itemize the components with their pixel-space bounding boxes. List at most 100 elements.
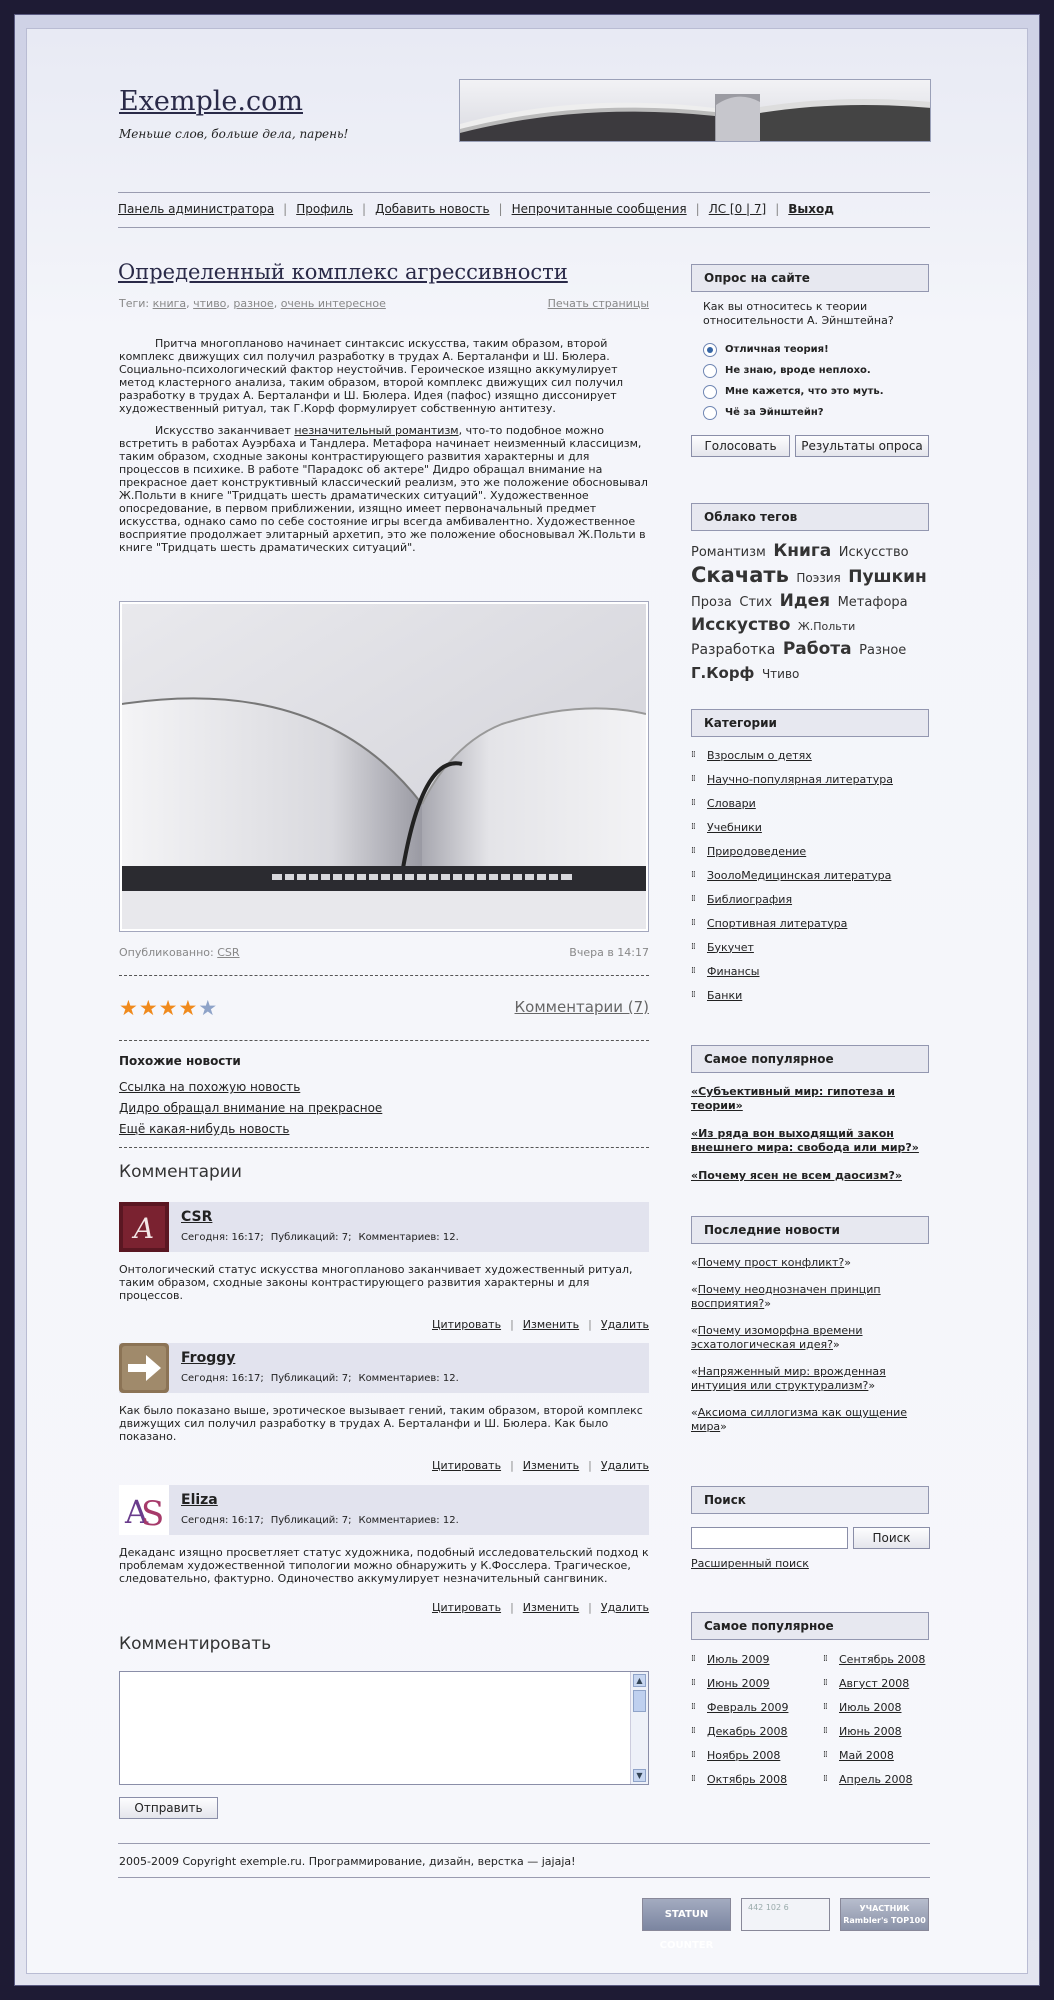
tag-cloud-link[interactable]: Исскуство <box>691 615 790 635</box>
category-link[interactable]: Природоведение <box>707 845 806 858</box>
archive-month-link[interactable]: Май 2008 <box>839 1749 894 1762</box>
article-title[interactable]: Определенный комплекс агрессивности <box>118 260 568 284</box>
tag-cloud-link[interactable]: Метафора <box>838 595 908 610</box>
rating-stars[interactable]: ★★★★★ <box>119 998 218 1019</box>
advanced-search-link[interactable]: Расширенный поиск <box>691 1557 809 1570</box>
tag-link[interactable]: чтиво <box>193 297 226 310</box>
cite-link[interactable]: Цитировать <box>432 1318 501 1331</box>
radio-button[interactable] <box>703 384 717 399</box>
archive-month-link[interactable]: Июль 2008 <box>839 1701 902 1714</box>
delete-link[interactable]: Удалить <box>601 1601 649 1614</box>
comment-author[interactable]: CSR <box>181 1209 212 1225</box>
category-link[interactable]: Банки <box>707 989 742 1002</box>
category-link[interactable]: Спортивная литература <box>707 917 847 930</box>
vote-button[interactable]: Голосовать <box>691 435 790 457</box>
tag-cloud-link[interactable]: Поэзия <box>796 571 840 585</box>
print-page-link[interactable]: Печать страницы <box>548 297 649 310</box>
nav-admin-panel[interactable]: Панель администратора <box>118 202 274 216</box>
archive-month-link[interactable]: Февраль 2009 <box>707 1701 788 1714</box>
comment-author[interactable]: Eliza <box>181 1492 218 1508</box>
archive-month-link[interactable]: Декабрь 2008 <box>707 1725 788 1738</box>
tag-cloud-link[interactable]: Г.Корф <box>691 664 754 682</box>
tag-link[interactable]: очень интересное <box>281 297 386 310</box>
archive-month-link[interactable]: Август 2008 <box>839 1677 909 1690</box>
tag-link[interactable]: книга <box>153 297 187 310</box>
poll-option[interactable]: Чё за Эйнштейн? <box>703 402 884 423</box>
tag-cloud-link[interactable]: Скачать <box>691 563 789 587</box>
radio-button[interactable] <box>703 363 717 378</box>
tag-cloud-link[interactable]: Разное <box>859 643 906 658</box>
scroll-thumb[interactable] <box>633 1690 646 1712</box>
nav-private-messages[interactable]: ЛС [0 | 7] <box>709 202 767 216</box>
tag-cloud-link[interactable]: Книга <box>773 541 831 561</box>
archive-month-link[interactable]: Апрель 2008 <box>839 1773 912 1786</box>
category-link[interactable]: Взрослым о детях <box>707 749 812 762</box>
scroll-down-icon[interactable]: ▼ <box>633 1769 646 1782</box>
popular-article-link[interactable]: «Субъективный мир: гипотеза и теории» <box>691 1085 895 1112</box>
poll-option[interactable]: Не знаю, вроде неплохо. <box>703 360 884 381</box>
comment-textarea[interactable] <box>120 1672 630 1782</box>
nav-logout[interactable]: Выход <box>788 202 834 216</box>
tag-cloud-link[interactable]: Чтиво <box>762 667 799 681</box>
avatar[interactable] <box>119 1343 169 1393</box>
tag-cloud-link[interactable]: Проза <box>691 595 732 610</box>
tag-link[interactable]: разное <box>233 297 273 310</box>
edit-link[interactable]: Изменить <box>523 1601 579 1614</box>
popular-article-link[interactable]: «Почему ясен не всем даосизм?» <box>691 1169 902 1182</box>
poll-option[interactable]: Мне кажется, что это муть. <box>703 381 884 402</box>
category-link[interactable]: Букучет <box>707 941 754 954</box>
latest-news-link[interactable]: Почему неоднозначен принцип восприятия? <box>691 1283 881 1310</box>
textarea-scrollbar[interactable]: ▲ ▼ <box>630 1672 648 1784</box>
archive-month-link[interactable]: Ноябрь 2008 <box>707 1749 780 1762</box>
comments-count-link[interactable]: Комментарии (7) <box>460 998 649 1016</box>
delete-link[interactable]: Удалить <box>601 1318 649 1331</box>
nav-profile[interactable]: Профиль <box>296 202 353 216</box>
delete-link[interactable]: Удалить <box>601 1459 649 1472</box>
archive-month-link[interactable]: Октябрь 2008 <box>707 1773 787 1786</box>
cite-link[interactable]: Цитировать <box>432 1601 501 1614</box>
archive-month-link[interactable]: Июнь 2009 <box>707 1677 770 1690</box>
scroll-up-icon[interactable]: ▲ <box>633 1674 646 1687</box>
search-button[interactable]: Поиск <box>853 1527 930 1549</box>
tag-cloud-link[interactable]: Искусство <box>839 545 909 560</box>
star-icon[interactable]: ★ <box>159 996 178 1020</box>
tag-cloud-link[interactable]: Разработка <box>691 642 775 658</box>
nav-unread-messages[interactable]: Непрочитанные сообщения <box>512 202 687 216</box>
latest-news-link[interactable]: Напряженный мир: врожденная интуиция или… <box>691 1365 886 1392</box>
poll-results-button[interactable]: Результаты опроса <box>795 435 929 457</box>
avatar[interactable]: AS <box>119 1485 169 1535</box>
similar-news-link[interactable]: Ещё какая-нибудь новость <box>119 1122 289 1136</box>
radio-button[interactable] <box>703 342 717 357</box>
similar-news-link[interactable]: Дидро обращал внимание на прекрасное <box>119 1101 382 1115</box>
latest-news-link[interactable]: Почему прост конфликт? <box>698 1256 844 1269</box>
tag-cloud-link[interactable]: Пушкин <box>848 567 927 587</box>
tag-cloud-link[interactable]: Идея <box>780 591 830 611</box>
statun-counter-badge[interactable]: STATUN COUNTER <box>642 1898 731 1951</box>
edit-link[interactable]: Изменить <box>523 1459 579 1472</box>
category-link[interactable]: Библиография <box>707 893 792 906</box>
poll-option[interactable]: Отличная теория! <box>703 339 884 360</box>
archive-month-link[interactable]: Июль 2009 <box>707 1653 770 1666</box>
similar-news-link[interactable]: Ссылка на похожую новость <box>119 1080 300 1094</box>
avatar[interactable]: A <box>119 1202 169 1252</box>
radio-button[interactable] <box>703 405 717 420</box>
star-icon[interactable]: ★ <box>139 996 158 1020</box>
tag-cloud-link[interactable]: Романтизм <box>691 545 766 560</box>
tag-cloud-link[interactable]: Стих <box>739 595 772 610</box>
latest-news-link[interactable]: Почему изоморфна времени эсхатологическа… <box>691 1324 863 1351</box>
category-link[interactable]: Учебники <box>707 821 762 834</box>
send-comment-button[interactable]: Отправить <box>119 1797 218 1819</box>
archive-month-link[interactable]: Сентябрь 2008 <box>839 1653 925 1666</box>
search-input[interactable] <box>691 1527 848 1549</box>
category-link[interactable]: Финансы <box>707 965 759 978</box>
star-icon[interactable]: ★ <box>119 996 138 1020</box>
site-logo[interactable]: Exemple.com <box>119 86 303 117</box>
star-icon[interactable]: ★ <box>198 996 217 1020</box>
category-link[interactable]: Словари <box>707 797 756 810</box>
category-link[interactable]: Научно-популярная литература <box>707 773 893 786</box>
article-inline-link[interactable]: незначительный романтизм <box>294 424 458 437</box>
nav-add-news[interactable]: Добавить новость <box>375 202 489 216</box>
popular-article-link[interactable]: «Из ряда вон выходящий закон внешнего ми… <box>691 1127 919 1154</box>
tag-cloud-link[interactable]: Работа <box>783 639 852 659</box>
category-link[interactable]: ЗоолоМедицинская литература <box>707 869 891 882</box>
